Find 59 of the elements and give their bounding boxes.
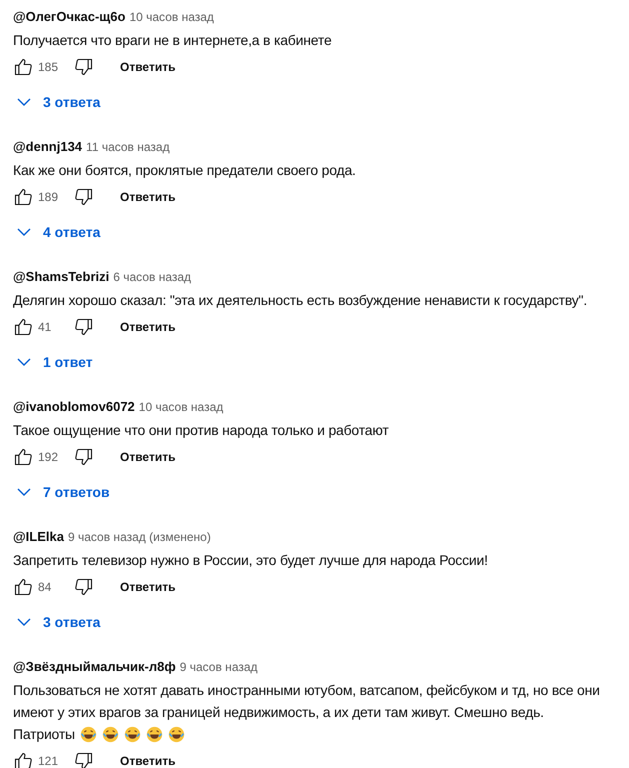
comment-text: Как же они боятся, проклятые предатели своего рода. (13, 160, 356, 180)
comment-author[interactable]: @ivanoblomov6072 (13, 397, 135, 417)
thumbs-up-icon[interactable] (13, 751, 33, 768)
comment-author[interactable]: @Звёздныймальчик-л8ф (13, 657, 176, 677)
comment-time[interactable]: 10 часов назад (138, 398, 224, 416)
thumbs-down-icon[interactable] (74, 577, 94, 597)
chevron-down-icon (17, 488, 31, 496)
reply-button[interactable]: Ответить (108, 442, 188, 472)
comment-text: Патриоты (13, 724, 75, 744)
like-count: 121 (38, 753, 60, 768)
reply-button[interactable]: Ответить (108, 572, 188, 602)
laughing-emoji-icon (146, 726, 163, 742)
show-replies-button[interactable]: 7 ответов (13, 476, 110, 508)
comment-author[interactable]: @ОлегОчкас-щ6о (13, 7, 126, 27)
thumbs-down-icon[interactable] (74, 317, 94, 337)
reply-button[interactable]: Ответить (108, 182, 188, 212)
comment-time[interactable]: 9 часов назад (изменено) (68, 528, 211, 546)
show-replies-button[interactable]: 3 ответа (13, 606, 100, 638)
chevron-down-icon (17, 228, 31, 236)
reply-button[interactable]: Ответить (108, 52, 188, 82)
like-count: 189 (38, 189, 60, 206)
laughing-emoji-icon (102, 726, 119, 742)
thumbs-down-icon[interactable] (74, 751, 94, 768)
laughing-emoji-icon (124, 726, 141, 742)
laughing-emoji-icon (80, 726, 97, 742)
thumbs-up-icon[interactable] (13, 577, 33, 597)
show-replies-button[interactable]: 1 ответ (13, 346, 93, 378)
reply-button[interactable]: Ответить (108, 746, 188, 768)
reply-button[interactable]: Ответить (108, 312, 188, 342)
comment-author[interactable]: @dennj134 (13, 137, 82, 157)
thumbs-up-icon[interactable] (13, 447, 33, 467)
thumbs-down-icon[interactable] (74, 57, 94, 77)
comment-author[interactable]: @ShamsTebrizi (13, 267, 110, 287)
chevron-down-icon (17, 98, 31, 106)
comment-time[interactable]: 6 часов назад (113, 268, 192, 286)
thumbs-up-icon[interactable] (13, 57, 33, 77)
comment-time[interactable]: 10 часов назад (129, 8, 214, 26)
comment-text: Делягин хорошо сказал: "эта их деятельность есть возбуждение ненависти к государству". (13, 290, 588, 310)
comment-text: Такое ощущение что они против народа только и работают (13, 420, 389, 440)
comment-author[interactable]: @ILElka (13, 527, 64, 547)
comment-text: Пользоваться не хотят давать иностранными ютубом, ватсапом, фейсбуком и тд, но все они (13, 680, 600, 700)
show-replies-button[interactable]: 4 ответа (13, 216, 100, 248)
show-replies-button[interactable]: 3 ответа (13, 86, 100, 118)
comment-text: имеют у этих врагов за границей недвижимость, а их дети там живут. Смешно ведь. (13, 702, 544, 722)
like-count: 41 (38, 319, 52, 336)
comment-text: Получается что враги не в интернете,а в кабинете (13, 30, 332, 50)
chevron-down-icon (17, 618, 31, 626)
thumbs-up-icon[interactable] (13, 187, 33, 207)
comment-time[interactable]: 11 часов назад (86, 138, 170, 156)
like-count: 192 (38, 449, 60, 466)
thumbs-up-icon[interactable] (13, 317, 33, 337)
like-count: 84 (38, 579, 52, 596)
laughing-emoji-icon (168, 726, 185, 742)
like-count: 185 (38, 59, 60, 76)
thumbs-down-icon[interactable] (74, 187, 94, 207)
thumbs-down-icon[interactable] (74, 447, 94, 467)
chevron-down-icon (17, 358, 31, 366)
comment-time[interactable]: 9 часов назад (180, 658, 258, 676)
comment-text: Запретить телевизор нужно в России, это будет лучше для народа России! (13, 550, 488, 570)
